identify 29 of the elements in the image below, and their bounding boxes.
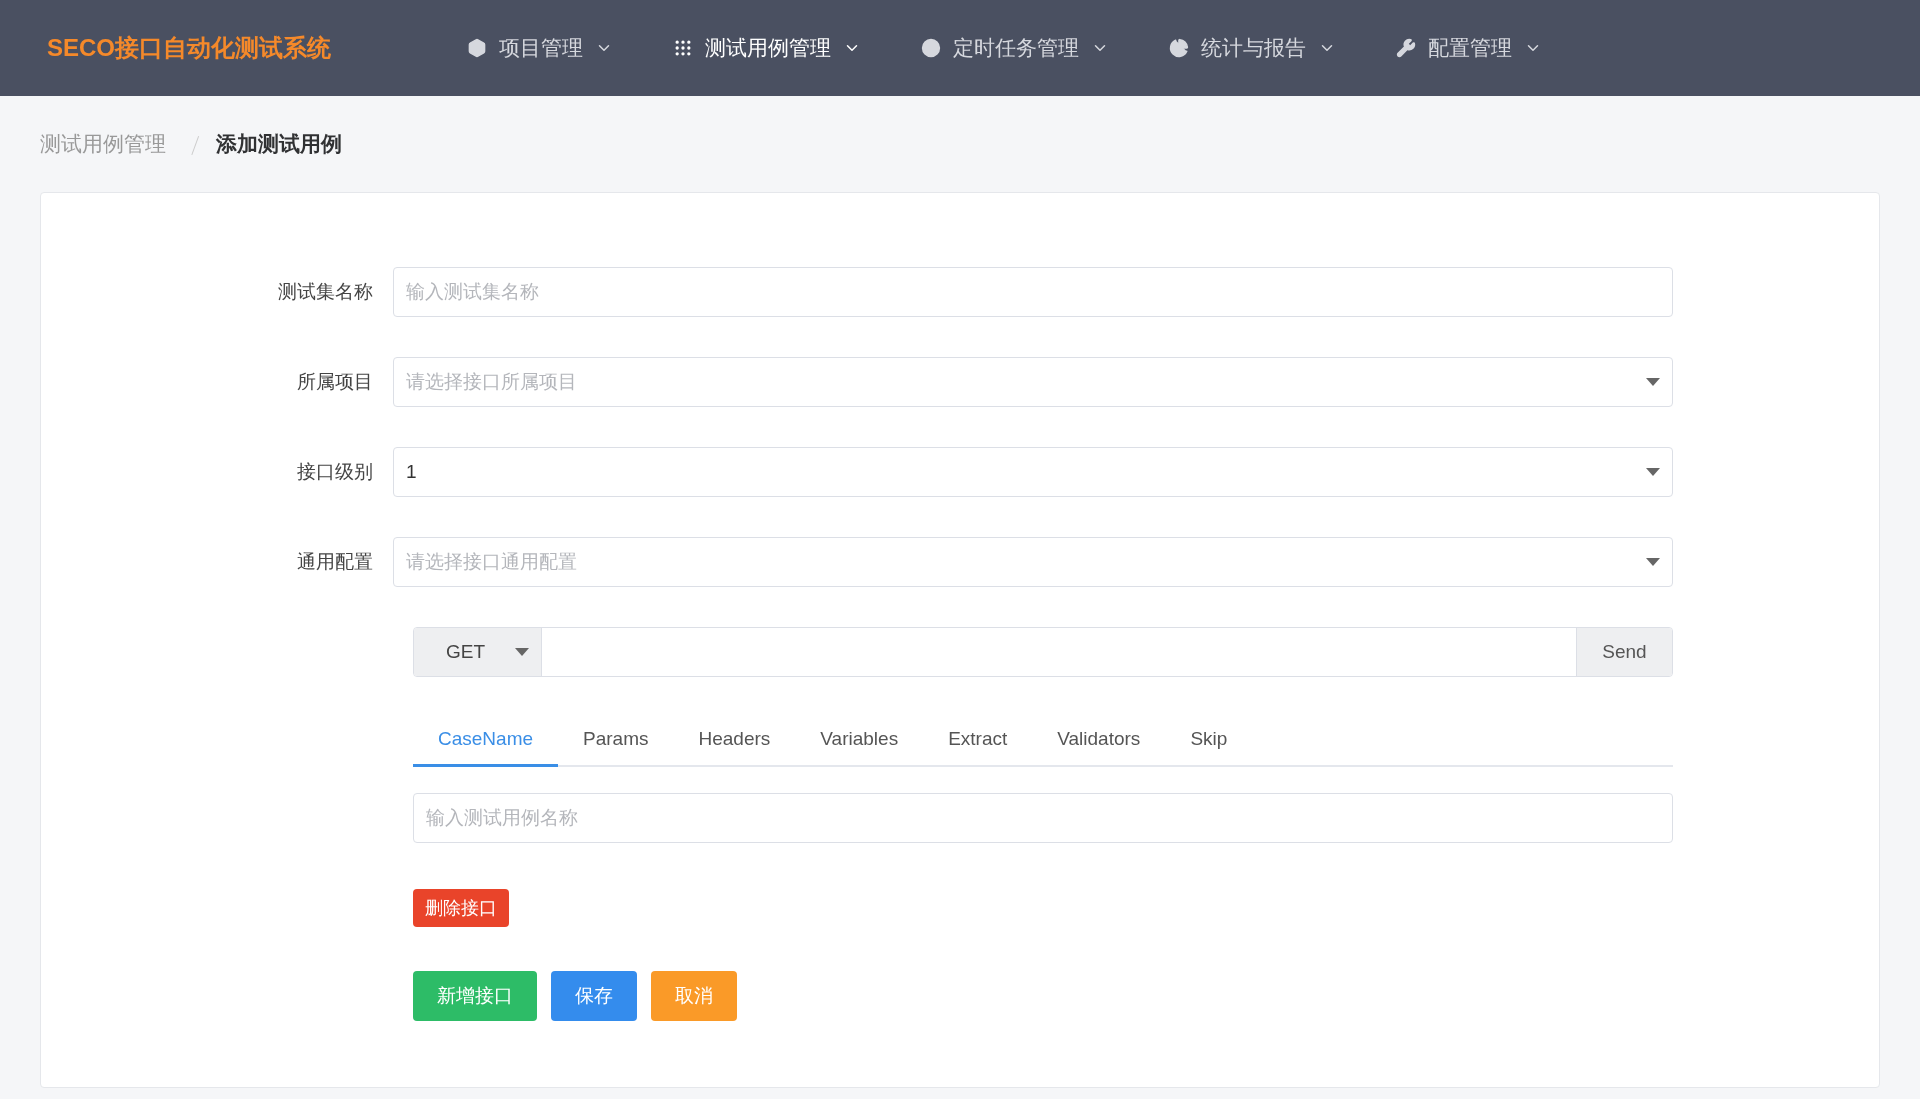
select-field[interactable]: 1 xyxy=(393,447,1673,497)
caret-icon xyxy=(1646,468,1660,476)
nav-menu-item[interactable]: 配置管理 xyxy=(1396,32,1542,64)
grid-icon xyxy=(673,38,693,58)
tab[interactable]: Skip xyxy=(1165,715,1253,767)
tab[interactable]: CaseName xyxy=(413,715,559,767)
action-button[interactable]: 保存 xyxy=(551,971,637,1021)
text-input-field[interactable]: 输入测试集名称 xyxy=(393,267,1673,317)
nav-menu-item[interactable]: 统计与报告 xyxy=(1169,32,1336,64)
nav-menu-item[interactable]: 项目管理 xyxy=(467,32,613,64)
delete-button[interactable]: 删除接口 xyxy=(413,889,509,927)
tab[interactable]: Params xyxy=(558,715,674,767)
field-label: 通用配置 xyxy=(296,549,374,574)
tab[interactable]: Validators xyxy=(1032,715,1166,767)
field-label: 接口级别 xyxy=(296,459,374,484)
tools-icon xyxy=(1396,38,1416,58)
nav-menu-item[interactable]: 测试用例管理 xyxy=(673,32,861,64)
pie-chart-icon xyxy=(1169,38,1189,58)
case-name-input-field[interactable]: 输入测试用例名称 xyxy=(413,793,1673,843)
app-logo: SECO接口自动化测试系统 xyxy=(47,33,332,63)
caret-icon xyxy=(1646,378,1660,386)
tab[interactable]: Variables xyxy=(795,715,924,767)
field-label: 所属项目 xyxy=(296,369,374,394)
field-label: 测试集名称 xyxy=(277,279,374,304)
nav-menu-item[interactable]: 定时任务管理 xyxy=(921,32,1109,64)
tab[interactable]: Headers xyxy=(673,715,796,767)
caret-icon xyxy=(1646,558,1660,566)
tab[interactable]: Extract xyxy=(923,715,1033,767)
breadcrumb-item: 添加测试用例 xyxy=(216,131,342,158)
